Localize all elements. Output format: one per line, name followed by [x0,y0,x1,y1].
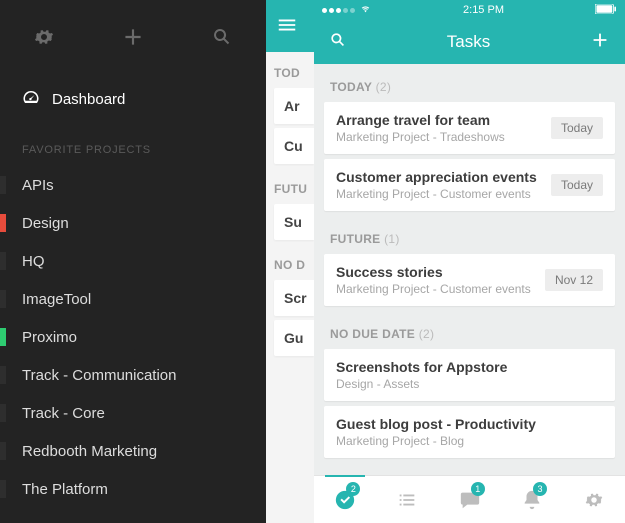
project-label: Track - Communication [22,367,266,384]
task-card[interactable]: Screenshots for Appstore Design - Assets [324,349,615,401]
peek-section-head: FUTU [266,168,314,204]
project-label: Track - Core [22,405,266,422]
task-subtitle: Marketing Project - Customer events [336,187,541,201]
project-label: ImageTool [22,291,266,308]
nav-header: Tasks [314,20,625,64]
task-main: Guest blog post - Productivity Marketing … [336,416,603,448]
peek-section-head: NO D [266,244,314,280]
task-title: Guest blog post - Productivity [336,416,603,432]
dashboard-label: Dashboard [52,91,125,108]
sidebar-item-dashboard[interactable]: Dashboard [0,78,266,120]
peek-card: Ar [274,88,314,124]
favorite-projects-heading: FAVORITE PROJECTS [0,120,266,166]
task-card[interactable]: Arrange travel for team Marketing Project… [324,102,615,154]
task-subtitle: Marketing Project - Customer events [336,282,535,296]
project-label: Redbooth Marketing [22,443,266,460]
signal-dots-icon [322,8,355,13]
task-group-header: NO DUE DATE (2) [314,311,625,349]
peek-card: Su [274,204,314,240]
task-due-badge: Today [551,117,603,139]
task-main: Screenshots for Appstore Design - Assets [336,359,603,391]
tab-notifications[interactable]: 3 [501,476,563,523]
sidebar-project-item[interactable]: APIs [0,166,266,204]
hamburger-icon[interactable] [276,14,298,39]
task-subtitle: Design - Assets [336,377,603,391]
project-color-marker [0,290,6,308]
task-main: Customer appreciation events Marketing Pr… [336,169,541,201]
sidebar-project-item[interactable]: The Platform [0,470,266,508]
task-due-badge: Nov 12 [545,269,603,291]
phone-tasks-screen: 2:15 PM Tasks TODAY (2) Arrange travel fo… [314,0,625,523]
favorite-projects-list: APIs Design HQ ImageTool Proximo Track - Comm… [0,166,266,508]
task-title: Success stories [336,264,535,280]
peek-card: Gu [274,320,314,356]
peek-header [266,0,314,52]
tab-badge: 2 [346,482,360,496]
status-time: 2:15 PM [463,4,504,16]
sidebar-project-item[interactable]: ImageTool [0,280,266,318]
task-title: Arrange travel for team [336,112,541,128]
sidebar-project-item[interactable]: Proximo [0,318,266,356]
tab-settings[interactable] [563,476,625,523]
page-title: Tasks [447,32,490,52]
battery-icon [595,4,617,17]
sidebar-project-item[interactable]: Redbooth Marketing [0,432,266,470]
project-color-marker [0,480,6,498]
gauge-icon [22,88,40,110]
task-main: Success stories Marketing Project - Custo… [336,264,535,296]
task-card[interactable]: Guest blog post - Productivity Marketing … [324,406,615,458]
search-icon[interactable] [210,25,234,54]
task-card[interactable]: Success stories Marketing Project - Custo… [324,254,615,306]
tab-chat[interactable]: 1 [438,476,500,523]
search-icon[interactable] [328,30,348,55]
obscured-phone-peek: TODAr Cu FUTUSu NO DScr Gu [266,0,314,523]
sidebar-project-item[interactable]: Track - Communication [0,356,266,394]
peek-section-head: TOD [266,52,314,88]
project-color-marker [0,404,6,422]
project-color-marker [0,328,6,346]
plus-icon[interactable] [589,29,611,56]
gear-icon[interactable] [32,25,56,54]
task-main: Arrange travel for team Marketing Project… [336,112,541,144]
tab-tasks[interactable]: 2 [314,476,376,523]
project-label: HQ [22,253,266,270]
project-color-marker [0,214,6,232]
task-group-header: FUTURE (1) [314,216,625,254]
tab-badge: 1 [471,482,485,496]
peek-card: Scr [274,280,314,316]
task-list[interactable]: TODAY (2) Arrange travel for team Marketin… [314,64,625,523]
peek-card: Cu [274,128,314,164]
sidebar-project-item[interactable]: Design [0,204,266,242]
status-bar: 2:15 PM [314,0,625,20]
task-subtitle: Marketing Project - Blog [336,434,603,448]
task-card[interactable]: Customer appreciation events Marketing Pr… [324,159,615,211]
project-color-marker [0,442,6,460]
task-group-header: TODAY (2) [314,64,625,102]
project-label: Design [22,215,266,232]
task-due-badge: Today [551,174,603,196]
project-label: The Platform [22,481,266,498]
tab-badge: 3 [533,482,547,496]
sidebar-drawer: Dashboard FAVORITE PROJECTS APIs Design HQ… [0,0,266,523]
project-label: Proximo [22,329,266,346]
sidebar-action-row [0,0,266,78]
sidebar-project-item[interactable]: HQ [0,242,266,280]
project-color-marker [0,176,6,194]
project-color-marker [0,366,6,384]
plus-icon[interactable] [120,24,146,55]
wifi-icon [359,4,372,17]
tab-list[interactable] [376,476,438,523]
task-title: Customer appreciation events [336,169,541,185]
sidebar-project-item[interactable]: Track - Core [0,394,266,432]
task-title: Screenshots for Appstore [336,359,603,375]
project-color-marker [0,252,6,270]
project-label: APIs [22,177,266,194]
task-subtitle: Marketing Project - Tradeshows [336,130,541,144]
tab-bar: 2 1 3 [314,475,625,523]
